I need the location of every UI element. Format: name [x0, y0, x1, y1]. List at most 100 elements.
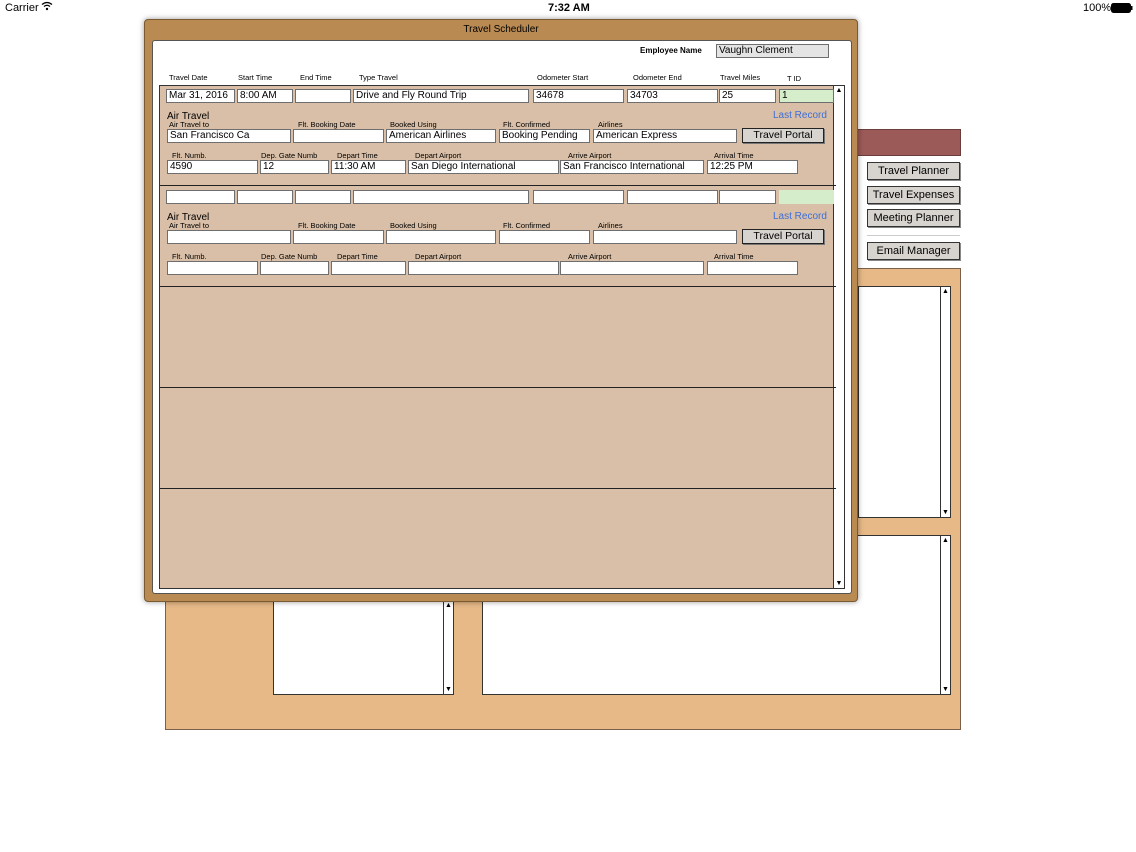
- field-label: Booked Using: [390, 120, 437, 129]
- notes-list[interactable]: ▲ ▼: [858, 286, 951, 518]
- start-time-field[interactable]: [237, 190, 293, 204]
- column-header: T ID: [787, 74, 802, 83]
- arrow-down-icon[interactable]: ▼: [444, 685, 453, 694]
- flt-numb-field[interactable]: 4590: [167, 160, 258, 174]
- end-time-field[interactable]: [295, 89, 351, 103]
- field-label: Flt. Numb.: [172, 252, 207, 261]
- scrollbar[interactable]: ▲ ▼: [443, 601, 453, 694]
- flt-confirmed-field[interactable]: [499, 230, 590, 244]
- travel-expenses-button[interactable]: Travel Expenses: [867, 186, 960, 204]
- travel-miles-field[interactable]: [719, 190, 776, 204]
- dep-gate-numb-field[interactable]: [260, 261, 329, 275]
- flt-booking-date-field[interactable]: [293, 230, 384, 244]
- start-time-field[interactable]: 8:00 AM: [237, 89, 293, 103]
- dep-gate-numb-field[interactable]: 12: [260, 160, 329, 174]
- header-bar: [855, 129, 961, 156]
- scrollbar[interactable]: ▲ ▼: [940, 287, 950, 517]
- odometer-end-field[interactable]: 34703: [627, 89, 718, 103]
- t-id-field[interactable]: [779, 190, 834, 204]
- flt-confirmed-field[interactable]: Booking Pending: [499, 129, 590, 143]
- row-separator: [160, 387, 836, 388]
- arrive-airport-field[interactable]: San Francisco International: [560, 160, 704, 174]
- arrow-up-icon[interactable]: ▲: [941, 287, 950, 296]
- field-label: Flt. Confirmed: [503, 221, 551, 230]
- odometer-start-field[interactable]: [533, 190, 624, 204]
- field-label: Arrive Airport: [568, 252, 612, 261]
- field-label: Booked Using: [390, 221, 437, 230]
- field-label: Flt. Confirmed: [503, 120, 551, 129]
- flt-numb-field[interactable]: [167, 261, 258, 275]
- booked-using-field[interactable]: American Airlines: [386, 129, 496, 143]
- row-separator: [160, 185, 836, 186]
- air-travel-to-field[interactable]: San Francisco Ca: [167, 129, 291, 143]
- type-travel-field[interactable]: [353, 190, 529, 204]
- arrow-down-icon[interactable]: ▼: [834, 579, 844, 588]
- travel-date-field[interactable]: [166, 190, 235, 204]
- arrow-up-icon[interactable]: ▲: [444, 601, 453, 610]
- air-travel-to-field[interactable]: [167, 230, 291, 244]
- field-label: Depart Time: [337, 252, 378, 261]
- column-header: Travel Date: [169, 73, 208, 82]
- wifi-icon: [41, 1, 53, 14]
- arrow-down-icon[interactable]: ▼: [941, 508, 950, 517]
- travel-date-field[interactable]: Mar 31, 2016: [166, 89, 235, 103]
- last-record-link[interactable]: Last Record: [773, 110, 827, 121]
- field-label: Arrival Time: [714, 151, 754, 160]
- row-separator: [160, 286, 836, 287]
- column-header: Start Time: [238, 73, 273, 82]
- scrollbar[interactable]: ▲ ▼: [940, 536, 950, 694]
- column-header: End Time: [300, 73, 332, 82]
- field-label: Arrival Time: [714, 252, 754, 261]
- travel-planner-button[interactable]: Travel Planner: [867, 162, 960, 180]
- field-label: Flt. Booking Date: [298, 221, 356, 230]
- employee-name-label: Employee Name: [640, 46, 702, 55]
- arrive-airport-field[interactable]: [560, 261, 704, 275]
- flt-booking-date-field[interactable]: [293, 129, 384, 143]
- odometer-start-field[interactable]: 34678: [533, 89, 624, 103]
- end-time-field[interactable]: [295, 190, 351, 204]
- field-label: Flt. Booking Date: [298, 120, 356, 129]
- odometer-end-field[interactable]: [627, 190, 718, 204]
- field-label: Dep. Gate Numb: [261, 151, 318, 160]
- employee-name-field[interactable]: Vaughn Clement: [716, 44, 829, 58]
- email-manager-button[interactable]: Email Manager: [867, 242, 960, 260]
- depart-airport-field[interactable]: San Diego International: [408, 160, 559, 174]
- arrow-up-icon[interactable]: ▲: [834, 86, 844, 95]
- column-header: Travel Miles: [720, 73, 761, 82]
- column-header: Type Travel: [359, 73, 398, 82]
- arrow-down-icon[interactable]: ▼: [941, 685, 950, 694]
- records-list[interactable]: ▲ ▼: [273, 600, 454, 695]
- battery-icon: [1111, 3, 1133, 16]
- travel-portal-button[interactable]: Travel Portal: [742, 229, 824, 244]
- dialog-title: Travel Scheduler: [463, 24, 539, 35]
- depart-time-field[interactable]: [331, 261, 406, 275]
- field-label: Air Travel to: [169, 120, 210, 129]
- last-record-link[interactable]: Last Record: [773, 211, 827, 222]
- arrival-time-field[interactable]: 12:25 PM: [707, 160, 798, 174]
- clock: 7:32 AM: [548, 2, 590, 14]
- booked-using-field[interactable]: [386, 230, 496, 244]
- depart-time-field[interactable]: 11:30 AM: [331, 160, 406, 174]
- column-header: Odometer Start: [537, 73, 589, 82]
- status-bar: Carrier 7:32 AM 100%: [0, 0, 1136, 17]
- type-travel-field[interactable]: Drive and Fly Round Trip: [353, 89, 529, 103]
- arrow-up-icon[interactable]: ▲: [941, 536, 950, 545]
- field-label: Airlines: [598, 221, 623, 230]
- airlines-field[interactable]: American Express: [593, 129, 737, 143]
- scrollbar[interactable]: ▲ ▼: [833, 86, 844, 588]
- row-separator: [160, 488, 836, 489]
- column-header: Odometer End: [633, 73, 682, 82]
- depart-airport-field[interactable]: [408, 261, 559, 275]
- arrival-time-field[interactable]: [707, 261, 798, 275]
- t-id-field[interactable]: 1: [779, 89, 834, 103]
- field-label: Depart Airport: [415, 252, 462, 261]
- field-label: Depart Time: [337, 151, 378, 160]
- field-label: Flt. Numb.: [172, 151, 207, 160]
- travel-portal-button[interactable]: Travel Portal: [742, 128, 824, 143]
- travel-miles-field[interactable]: 25: [719, 89, 776, 103]
- meeting-planner-button[interactable]: Meeting Planner: [867, 209, 960, 227]
- airlines-field[interactable]: [593, 230, 737, 244]
- field-label: Air Travel to: [169, 221, 210, 230]
- field-label: Depart Airport: [415, 151, 462, 160]
- battery-percent: 100%: [1083, 2, 1112, 14]
